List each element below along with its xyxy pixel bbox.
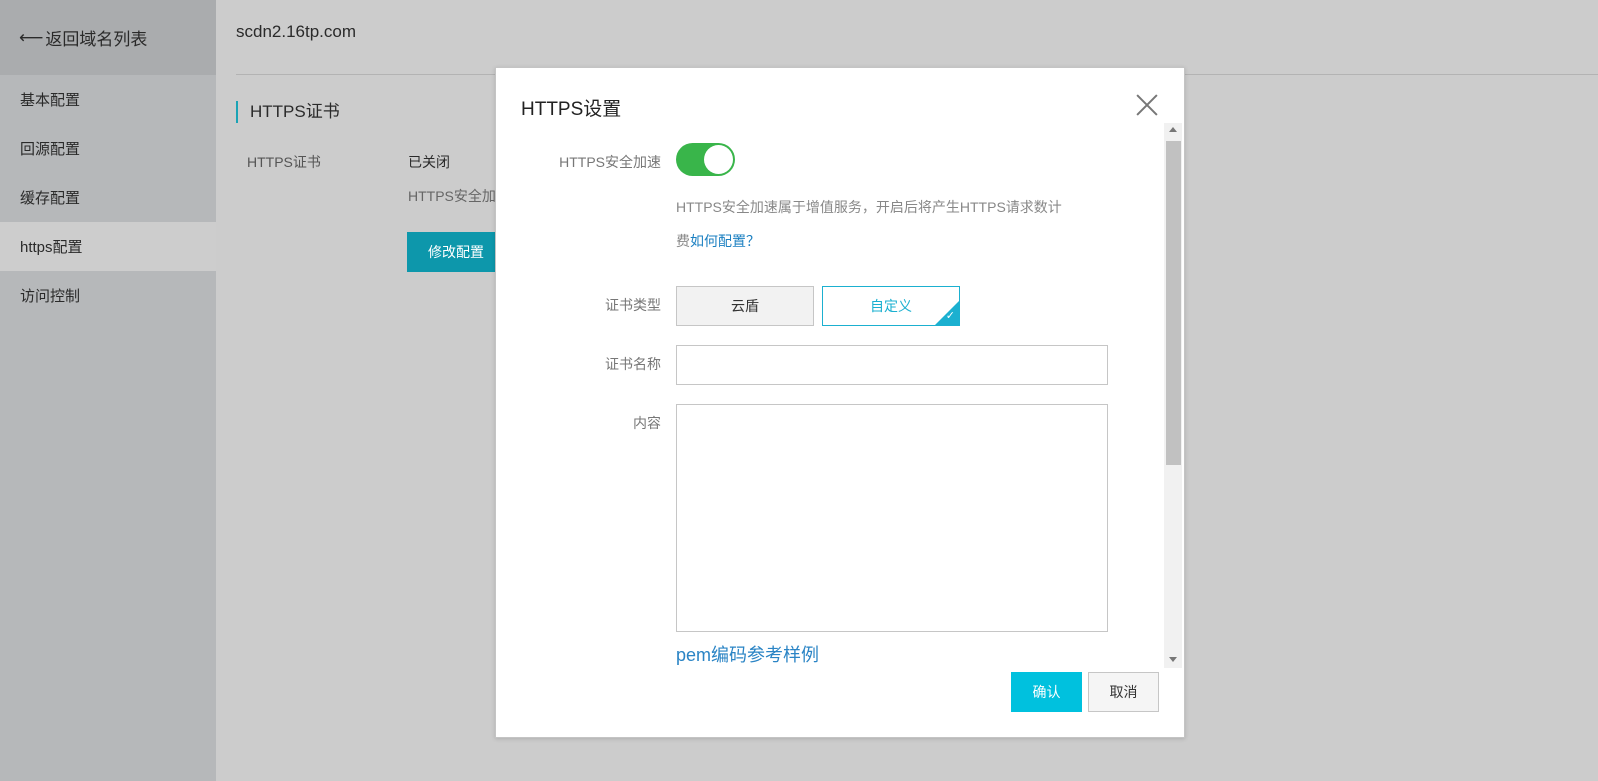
checkmark-icon: ✓	[945, 310, 955, 322]
sidebar-item-origin-config[interactable]: 回源配置	[0, 124, 216, 173]
cert-type-label: 证书类型	[605, 297, 661, 313]
help-text-line2: 费	[676, 233, 690, 249]
https-acceleration-label: HTTPS安全加速	[559, 154, 661, 170]
https-cert-status: 已关闭	[408, 154, 450, 170]
https-cert-description: HTTPS安全加	[408, 188, 496, 204]
toggle-knob	[704, 145, 733, 174]
back-to-domain-list-link[interactable]: ⟵ 返回域名列表	[0, 0, 216, 75]
sidebar-item-cache-config[interactable]: 缓存配置	[0, 173, 216, 222]
dialog-title: HTTPS设置	[521, 99, 622, 120]
cert-name-input[interactable]	[676, 345, 1108, 385]
how-to-configure-link[interactable]: 如何配置？	[690, 233, 760, 249]
help-text-line1: HTTPS安全加速属于增值服务，开启后将产生HTTPS请求数计	[676, 199, 1062, 215]
cert-type-option-custom[interactable]: 自定义 ✓	[822, 286, 960, 326]
back-link-label: 返回域名列表	[45, 30, 148, 49]
https-settings-dialog: HTTPS设置 HTTPS安全加速 HTTPS安全加速属于增值服务，开启后将产生…	[495, 67, 1185, 738]
https-help-text: HTTPS安全加速属于增值服务，开启后将产生HTTPS请求数计 费如何配置？	[676, 190, 1096, 258]
https-acceleration-toggle[interactable]	[676, 143, 735, 176]
content-label: 内容	[633, 415, 661, 431]
close-icon[interactable]	[1136, 94, 1158, 116]
section-title: HTTPS证书	[236, 101, 340, 123]
sidebar-menu: 基本配置 回源配置 缓存配置 https配置 访问控制	[0, 75, 216, 320]
cert-type-option-yundun[interactable]: 云盾	[676, 286, 814, 326]
pem-example-link[interactable]: pem编码参考样例	[676, 641, 819, 667]
dialog-form: HTTPS安全加速 HTTPS安全加速属于增值服务，开启后将产生HTTPS请求数…	[496, 120, 1184, 668]
back-arrow-icon: ⟵	[19, 27, 44, 47]
cert-content-textarea[interactable]	[676, 404, 1108, 632]
cancel-button[interactable]: 取消	[1088, 672, 1159, 712]
help-text-line2-wrap: 费如何配置？	[676, 224, 1096, 258]
https-cert-row-label: HTTPS证书	[247, 154, 321, 170]
sidebar-item-https-config[interactable]: https配置	[0, 222, 216, 271]
sidebar-item-basic-config[interactable]: 基本配置	[0, 75, 216, 124]
sidebar-item-access-control[interactable]: 访问控制	[0, 271, 216, 320]
edit-config-button[interactable]: 修改配置	[407, 232, 507, 272]
domain-name: scdn2.16tp.com	[236, 22, 357, 41]
sidebar: ⟵ 返回域名列表 基本配置 回源配置 缓存配置 https配置 访问控制	[0, 0, 216, 781]
cert-type-option-custom-label: 自定义	[870, 298, 912, 314]
cert-name-label: 证书名称	[605, 356, 661, 372]
confirm-button[interactable]: 确认	[1011, 672, 1082, 712]
